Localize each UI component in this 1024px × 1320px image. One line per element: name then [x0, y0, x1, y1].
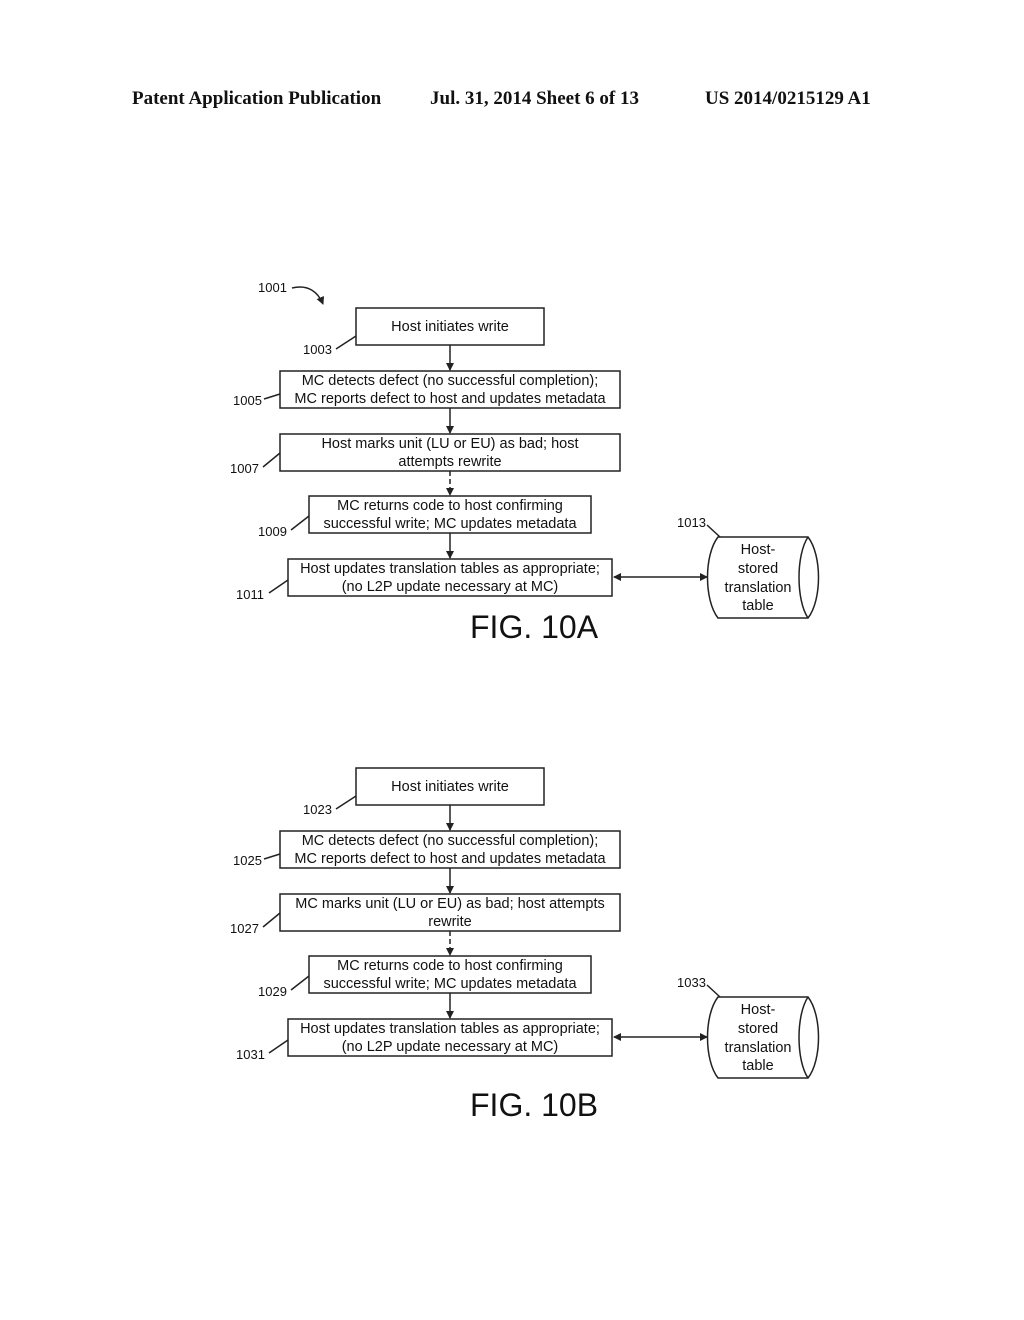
leader-line: [335, 335, 357, 350]
step-1031-line2: (no L2P update necessary at MC): [342, 1039, 559, 1055]
ref-1031: 1031: [236, 1047, 265, 1062]
leader-line: [262, 912, 281, 928]
storage-1033-line4: table: [742, 1058, 773, 1074]
leader-line: [706, 524, 721, 538]
storage-1033-line2: stored: [738, 1021, 778, 1037]
storage-1013-line3: translation: [725, 580, 792, 596]
step-1005-line1: MC detects defect (no successful complet…: [302, 373, 599, 389]
step-1007-line2: attempts rewrite: [398, 454, 501, 470]
leader-line: [262, 452, 281, 468]
step-1027-line1: MC marks unit (LU or EU) as bad; host at…: [295, 896, 604, 912]
step-1007-line1: Host marks unit (LU or EU) as bad; host: [321, 436, 578, 452]
storage-1033-line3: translation: [725, 1040, 792, 1056]
step-1011-line2: (no L2P update necessary at MC): [342, 579, 559, 595]
step-1029-line1: MC returns code to host confirming: [337, 958, 563, 974]
step-1005-line2: MC reports defect to host and updates me…: [294, 391, 606, 407]
storage-1013-line1: Host-: [741, 542, 776, 558]
ref-1009: 1009: [258, 524, 287, 539]
step-1023-text: Host initiates write: [391, 779, 509, 795]
curved-arrow-icon: [291, 286, 324, 305]
leader-line: [706, 984, 721, 998]
step-1009-line2: successful write; MC updates metadata: [323, 516, 577, 532]
step-1003-text: Host initiates write: [391, 319, 509, 335]
step-1009-line1: MC returns code to host confirming: [337, 498, 563, 514]
ref-1007: 1007: [230, 461, 259, 476]
ref-1005: 1005: [233, 393, 262, 408]
ref-1013: 1013: [677, 515, 706, 530]
ref-1033: 1033: [677, 975, 706, 990]
figure-10a: 1001 Host initiates write 1003 MC detect…: [230, 280, 820, 645]
figure-10b: Host initiates write 1023 MC detects def…: [230, 767, 820, 1123]
ref-1029: 1029: [258, 984, 287, 999]
leader-line: [335, 795, 357, 810]
step-1025-line2: MC reports defect to host and updates me…: [294, 851, 606, 867]
step-1011-line1: Host updates translation tables as appro…: [300, 561, 600, 577]
ref-1001: 1001: [258, 280, 287, 295]
ref-1025: 1025: [233, 853, 262, 868]
figure-title-10b: FIG. 10B: [470, 1087, 598, 1123]
flowchart-figures: 1001 Host initiates write 1003 MC detect…: [230, 280, 820, 1123]
leader-line: [263, 853, 281, 860]
step-1031-line1: Host updates translation tables as appro…: [300, 1021, 600, 1037]
storage-1033-line1: Host-: [741, 1002, 776, 1018]
step-1025-line1: MC detects defect (no successful complet…: [302, 833, 599, 849]
figure-title-10a: FIG. 10A: [470, 609, 599, 645]
leader-line: [290, 515, 310, 531]
storage-1013-line4: table: [742, 598, 773, 614]
step-1029-line2: successful write; MC updates metadata: [323, 976, 577, 992]
leader-line: [290, 975, 310, 991]
leader-line: [268, 579, 289, 594]
leader-line: [263, 393, 281, 400]
leader-line: [268, 1039, 289, 1054]
step-1027-line2: rewrite: [428, 914, 472, 930]
storage-1013-line2: stored: [738, 561, 778, 577]
ref-1023: 1023: [303, 802, 332, 817]
ref-1027: 1027: [230, 921, 259, 936]
ref-1003: 1003: [303, 342, 332, 357]
ref-1011: 1011: [236, 587, 264, 602]
